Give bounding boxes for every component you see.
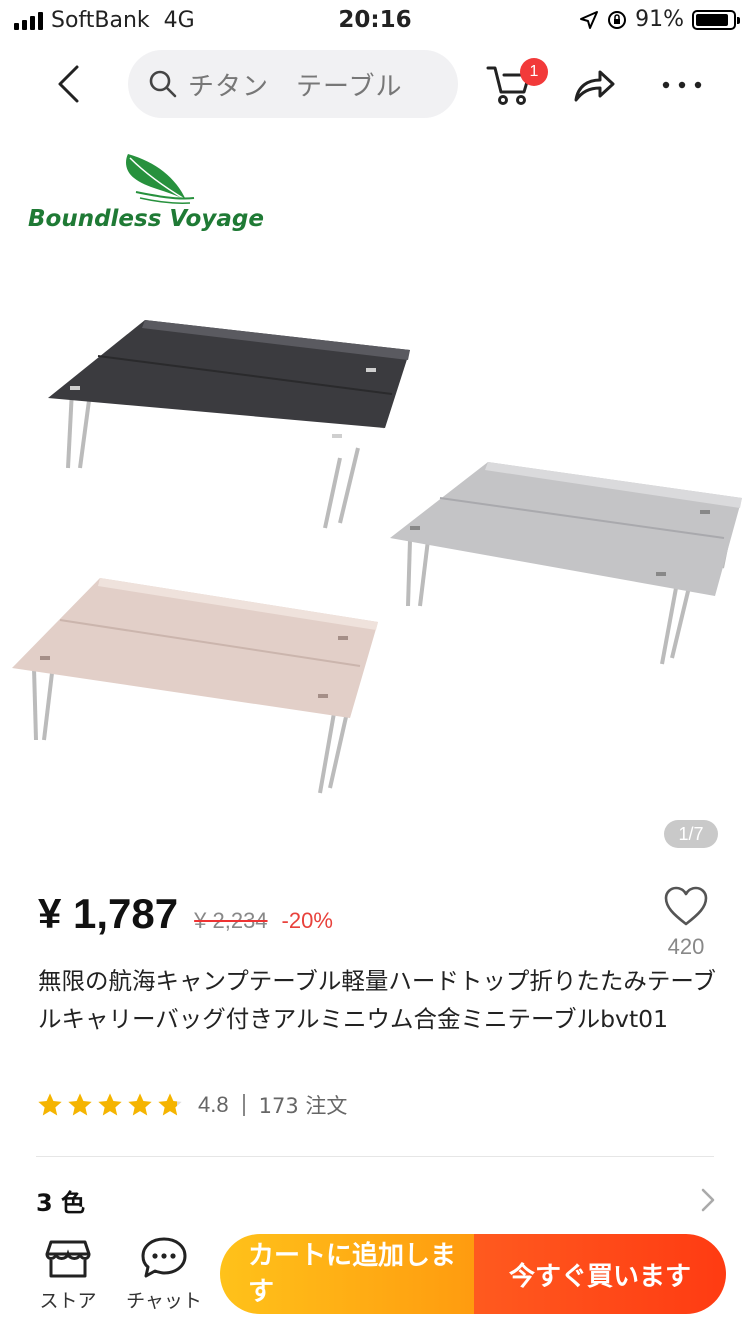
chat-icon <box>141 1237 187 1278</box>
add-to-cart-button[interactable]: カートに追加します <box>220 1234 476 1314</box>
store-icon <box>45 1240 91 1278</box>
star-icon <box>128 1093 152 1116</box>
status-bar: SoftBank 4G 20:16 91% <box>0 0 750 42</box>
star-half-icon <box>158 1093 182 1116</box>
heart-icon <box>664 886 708 926</box>
page-indicator: 1/7 <box>664 820 718 848</box>
search-input[interactable]: チタン テーブル <box>128 50 458 118</box>
star-icon <box>38 1093 62 1116</box>
buy-now-button[interactable]: 今すぐ買います <box>474 1234 726 1314</box>
original-price: ¥ 2,234 <box>194 908 268 933</box>
divider <box>36 1156 714 1157</box>
order-count: 173 注文 <box>258 1094 348 1118</box>
battery-percent: 91% <box>635 7 684 32</box>
chevron-right-icon <box>701 1188 715 1212</box>
bottom-action-bar: ストア チャット カートに追加します 今すぐ買います <box>0 1228 750 1334</box>
nav-bar: チタン テーブル 1 <box>0 42 750 128</box>
product-title: 無限の航海キャンプテーブル軽量ハードトップ折りたたみテーブルキャリーバッグ付きア… <box>38 967 716 1033</box>
price-row: ¥ 1,787 ¥ 2,234 -20% <box>38 890 333 938</box>
variant-label: 3 色 <box>36 1188 86 1217</box>
star-icon <box>98 1093 122 1116</box>
search-query: チタン テーブル <box>188 71 403 102</box>
rating-row[interactable]: 4.8 173 注文 <box>36 1090 347 1120</box>
wishlist-count: 420 <box>667 934 705 959</box>
variant-selector[interactable]: 3 色 <box>36 1172 716 1228</box>
cart-count-badge: 1 <box>520 58 548 86</box>
status-right: 91% <box>579 7 740 32</box>
discount-badge: -20% <box>281 908 333 933</box>
silver-table <box>390 462 742 665</box>
more-options-button[interactable] <box>660 70 704 100</box>
rotation-lock-icon <box>608 10 627 29</box>
search-icon <box>149 70 177 98</box>
current-price: ¥ 1,787 <box>38 890 179 937</box>
wishlist-button[interactable]: 420 <box>662 886 710 960</box>
rose-gold-table <box>12 578 378 794</box>
store-button[interactable]: ストア <box>28 1236 108 1313</box>
store-label: ストア <box>39 1290 97 1312</box>
dark-table <box>48 320 410 529</box>
product-image-gallery[interactable]: Boundless Voyage 1/7 <box>0 128 750 868</box>
chevron-left-icon <box>58 65 79 103</box>
battery-icon <box>692 9 740 30</box>
share-icon <box>574 70 615 102</box>
chat-label: チャット <box>126 1290 202 1312</box>
silver-table-top <box>390 462 742 596</box>
chat-button[interactable]: チャット <box>124 1236 204 1313</box>
rating-value: 4.8 <box>198 1092 229 1117</box>
back-button[interactable] <box>44 60 92 108</box>
more-icon <box>662 81 702 89</box>
share-button[interactable] <box>570 62 618 110</box>
star-icon <box>68 1093 92 1116</box>
location-icon <box>580 10 599 29</box>
separator <box>242 1094 245 1116</box>
product-photo <box>12 320 742 794</box>
star-rating <box>36 1091 184 1119</box>
